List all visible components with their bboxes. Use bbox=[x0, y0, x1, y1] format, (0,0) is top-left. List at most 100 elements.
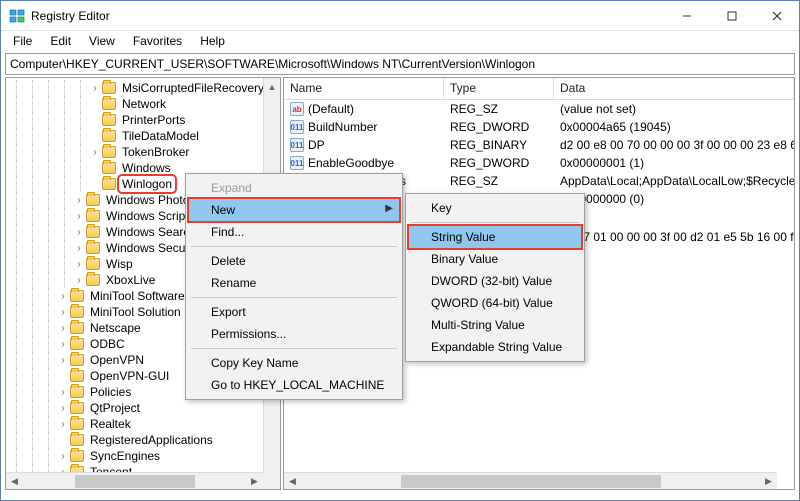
tree-expand-icon[interactable]: › bbox=[56, 419, 70, 430]
column-header-name[interactable]: Name bbox=[284, 78, 444, 99]
new-submenu: Key String Value Binary Value DWORD (32-… bbox=[405, 193, 585, 362]
tree-expand-icon[interactable]: › bbox=[56, 323, 70, 334]
menubar: File Edit View Favorites Help bbox=[1, 31, 799, 51]
scroll-right-icon[interactable]: ▶ bbox=[246, 476, 263, 487]
tree-item-syncengines[interactable]: ›SyncEngines bbox=[8, 448, 280, 464]
tree-item-printerports[interactable]: PrinterPorts bbox=[8, 112, 280, 128]
tree-item-label: Winlogon bbox=[120, 177, 174, 191]
folder-icon bbox=[86, 258, 100, 270]
tree-expand-icon[interactable]: › bbox=[56, 291, 70, 302]
submenu-binary-value[interactable]: Binary Value bbox=[409, 248, 581, 270]
scroll-thumb[interactable] bbox=[75, 475, 195, 488]
folder-icon bbox=[86, 226, 100, 238]
tree-item-qtproject[interactable]: › QtProject bbox=[8, 400, 280, 416]
value-row[interactable]: ab(Default)REG_SZ(value not set) bbox=[284, 100, 794, 118]
value-row[interactable]: 011BuildNumberREG_DWORD0x00004a65 (19045… bbox=[284, 118, 794, 136]
tree-expand-icon[interactable]: › bbox=[56, 339, 70, 350]
context-menu-find[interactable]: Find... bbox=[189, 221, 399, 243]
tree-item-realtek[interactable]: ›Realtek bbox=[8, 416, 280, 432]
tree-item-tokenbroker[interactable]: ›TokenBroker bbox=[8, 144, 280, 160]
value-type: REG_SZ bbox=[444, 174, 554, 188]
folder-icon bbox=[70, 402, 84, 414]
minimize-button[interactable] bbox=[664, 1, 709, 30]
menu-file[interactable]: File bbox=[5, 33, 40, 49]
folder-icon bbox=[70, 418, 84, 430]
tree-item-label: PrinterPorts bbox=[120, 113, 187, 127]
tree-expand-icon[interactable]: › bbox=[72, 195, 86, 206]
tree-expand-icon[interactable]: › bbox=[56, 355, 70, 366]
tree-expand-icon[interactable]: › bbox=[88, 147, 102, 158]
column-header-type[interactable]: Type bbox=[444, 78, 554, 99]
folder-icon bbox=[102, 114, 116, 126]
tree-item-msicorruptedfilerecovery[interactable]: ›MsiCorruptedFileRecovery bbox=[8, 80, 280, 96]
scroll-up-icon[interactable]: ▲ bbox=[264, 78, 280, 95]
folder-icon bbox=[86, 274, 100, 286]
tree-expand-icon[interactable]: › bbox=[56, 307, 70, 318]
value-data: d2 00 e8 00 70 00 00 00 3f 00 00 00 23 e… bbox=[554, 138, 794, 152]
binary-value-icon: 011 bbox=[290, 156, 304, 170]
context-menu-delete[interactable]: Delete bbox=[189, 250, 399, 272]
submenu-expandable-string-value[interactable]: Expandable String Value bbox=[409, 336, 581, 358]
tree-expand-icon[interactable]: › bbox=[72, 259, 86, 270]
context-menu-rename[interactable]: Rename bbox=[189, 272, 399, 294]
value-data: 0x00004a65 (19045) bbox=[554, 120, 794, 134]
context-menu-separator bbox=[191, 297, 397, 298]
submenu-string-value[interactable]: String Value bbox=[409, 226, 581, 248]
context-menu-goto-hklm[interactable]: Go to HKEY_LOCAL_MACHINE bbox=[189, 374, 399, 396]
menu-favorites[interactable]: Favorites bbox=[125, 33, 190, 49]
tree-horizontal-scrollbar[interactable]: ◀ ▶ bbox=[6, 472, 263, 489]
submenu-qword-value[interactable]: QWORD (64-bit) Value bbox=[409, 292, 581, 314]
close-button[interactable] bbox=[754, 1, 799, 30]
column-header-data[interactable]: Data bbox=[554, 78, 794, 99]
value-name: BuildNumber bbox=[308, 120, 377, 134]
folder-icon bbox=[70, 450, 84, 462]
value-data: AppData\Local;AppData\LocalLow;$Recycle.… bbox=[554, 174, 794, 188]
value-name: DP bbox=[308, 138, 325, 152]
tree-expand-icon[interactable]: › bbox=[56, 403, 70, 414]
tree-item-label: QtProject bbox=[88, 401, 142, 415]
folder-icon bbox=[102, 82, 116, 94]
address-bar[interactable]: Computer\HKEY_CURRENT_USER\SOFTWARE\Micr… bbox=[5, 53, 795, 75]
submenu-key[interactable]: Key bbox=[409, 197, 581, 219]
tree-expand-icon[interactable]: › bbox=[56, 387, 70, 398]
tree-expand-icon[interactable]: › bbox=[72, 227, 86, 238]
tree-expand-icon[interactable]: › bbox=[88, 83, 102, 94]
tree-context-menu: Expand New ▶ Find... Delete Rename Expor… bbox=[185, 173, 403, 400]
list-header: Name Type Data bbox=[284, 78, 794, 100]
regedit-icon bbox=[9, 8, 25, 24]
scroll-right-icon[interactable]: ▶ bbox=[760, 476, 777, 487]
value-row[interactable]: 011EnableGoodbyeREG_DWORD0x00000001 (1) bbox=[284, 154, 794, 172]
submenu-multi-string-value[interactable]: Multi-String Value bbox=[409, 314, 581, 336]
context-menu-export[interactable]: Export bbox=[189, 301, 399, 323]
value-data: (value not set) bbox=[554, 102, 794, 116]
menu-help[interactable]: Help bbox=[192, 33, 233, 49]
binary-value-icon: 011 bbox=[290, 138, 304, 152]
menu-view[interactable]: View bbox=[81, 33, 123, 49]
tree-expand-icon[interactable]: › bbox=[56, 451, 70, 462]
tree-expand-icon[interactable]: › bbox=[72, 211, 86, 222]
folder-icon bbox=[102, 178, 116, 190]
context-menu-new[interactable]: New ▶ bbox=[189, 199, 399, 221]
folder-icon bbox=[70, 306, 84, 318]
tree-expand-icon[interactable]: › bbox=[72, 243, 86, 254]
list-horizontal-scrollbar[interactable]: ◀ ▶ bbox=[284, 472, 777, 489]
submenu-dword-value[interactable]: DWORD (32-bit) Value bbox=[409, 270, 581, 292]
submenu-arrow-icon: ▶ bbox=[385, 203, 393, 214]
folder-icon bbox=[70, 434, 84, 446]
value-type: REG_DWORD bbox=[444, 156, 554, 170]
tree-item-registeredapplications[interactable]: RegisteredApplications bbox=[8, 432, 280, 448]
folder-icon bbox=[102, 98, 116, 110]
scroll-thumb[interactable] bbox=[401, 475, 661, 488]
tree-item-label: Windows Script bbox=[104, 209, 191, 223]
tree-item-label: MiniTool Solution Lt bbox=[88, 305, 196, 319]
tree-item-tiledatamodel[interactable]: TileDataModel bbox=[8, 128, 280, 144]
value-row[interactable]: 011DPREG_BINARYd2 00 e8 00 70 00 00 00 3… bbox=[284, 136, 794, 154]
maximize-button[interactable] bbox=[709, 1, 754, 30]
scroll-left-icon[interactable]: ◀ bbox=[6, 476, 23, 487]
context-menu-copy-key-name[interactable]: Copy Key Name bbox=[189, 352, 399, 374]
tree-expand-icon[interactable]: › bbox=[72, 275, 86, 286]
scroll-left-icon[interactable]: ◀ bbox=[284, 476, 301, 487]
context-menu-permissions[interactable]: Permissions... bbox=[189, 323, 399, 345]
tree-item-network[interactable]: Network bbox=[8, 96, 280, 112]
menu-edit[interactable]: Edit bbox=[42, 33, 79, 49]
